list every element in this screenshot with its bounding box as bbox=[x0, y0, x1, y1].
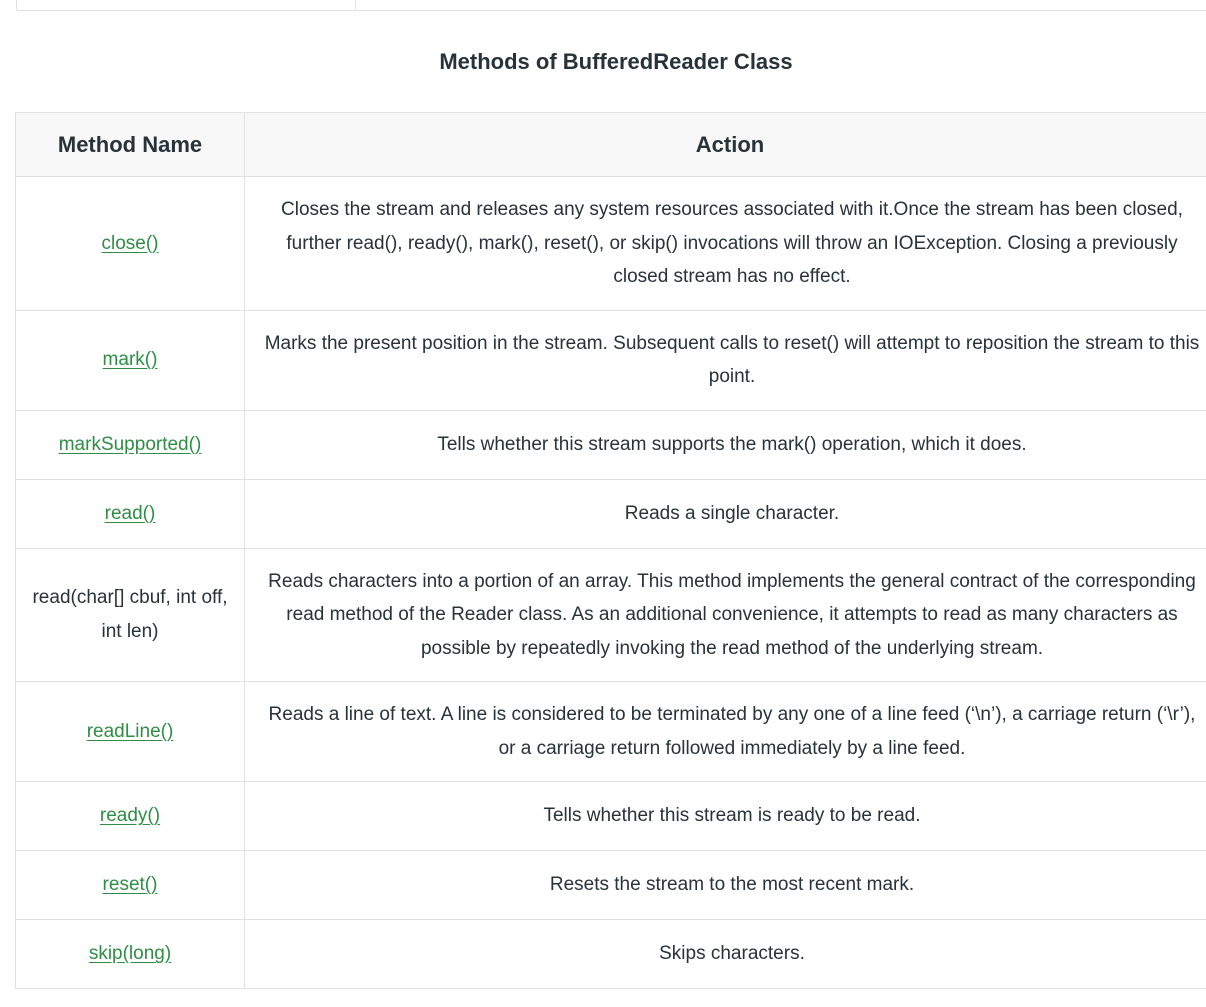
action-cell: Resets the stream to the most recent mar… bbox=[244, 850, 1206, 920]
method-link-mark[interactable]: mark() bbox=[103, 349, 158, 370]
table-row: read(char[] cbuf, int off, int len) Read… bbox=[15, 547, 1206, 682]
header-method-name: Method Name bbox=[15, 112, 245, 177]
method-link-ready[interactable]: ready() bbox=[100, 805, 160, 826]
previous-table-fragment bbox=[16, 0, 1206, 11]
method-link-marksupported[interactable]: markSupported() bbox=[59, 434, 202, 455]
method-cell: read(char[] cbuf, int off, int len) bbox=[15, 547, 245, 682]
method-cell: ready() bbox=[15, 781, 245, 851]
header-action: Action bbox=[244, 112, 1206, 177]
table-header-row: Method Name Action bbox=[15, 112, 1206, 177]
method-cell: readLine() bbox=[15, 681, 245, 782]
method-cell: markSupported() bbox=[15, 409, 245, 480]
table-row: skip(long) Skips characters. bbox=[15, 919, 1206, 989]
table-row: close() Closes the stream and releases a… bbox=[15, 176, 1206, 311]
methods-table: Method Name Action close() Closes the st… bbox=[15, 112, 1206, 989]
method-link-read[interactable]: read() bbox=[105, 503, 156, 524]
method-cell: reset() bbox=[15, 850, 245, 920]
action-cell: Reads characters into a portion of an ar… bbox=[244, 547, 1206, 682]
action-cell: Marks the present position in the stream… bbox=[244, 309, 1206, 411]
method-link-skip[interactable]: skip(long) bbox=[89, 943, 171, 964]
table-row: reset() Resets the stream to the most re… bbox=[15, 850, 1206, 920]
method-link-readline[interactable]: readLine() bbox=[87, 721, 174, 742]
table-row: ready() Tells whether this stream is rea… bbox=[15, 781, 1206, 851]
action-cell: Skips characters. bbox=[244, 919, 1206, 989]
action-cell: Closes the stream and releases any syste… bbox=[244, 176, 1206, 311]
method-link-close[interactable]: close() bbox=[101, 233, 158, 254]
action-cell: Reads a single character. bbox=[244, 478, 1206, 549]
method-link-reset[interactable]: reset() bbox=[103, 874, 158, 895]
table-row: markSupported() Tells whether this strea… bbox=[15, 409, 1206, 480]
action-cell: Tells whether this stream supports the m… bbox=[244, 409, 1206, 480]
table-row: mark() Marks the present position in the… bbox=[15, 309, 1206, 411]
table-row: read() Reads a single character. bbox=[15, 478, 1206, 549]
method-cell: mark() bbox=[15, 309, 245, 411]
method-cell: read() bbox=[15, 478, 245, 549]
table-row: readLine() Reads a line of text. A line … bbox=[15, 681, 1206, 782]
table-column-divider bbox=[355, 0, 356, 11]
method-cell: close() bbox=[15, 176, 245, 311]
table-caption: Methods of BufferedReader Class bbox=[439, 49, 793, 74]
method-cell: skip(long) bbox=[15, 919, 245, 989]
action-cell: Reads a line of text. A line is consider… bbox=[244, 681, 1206, 782]
action-cell: Tells whether this stream is ready to be… bbox=[244, 781, 1206, 851]
